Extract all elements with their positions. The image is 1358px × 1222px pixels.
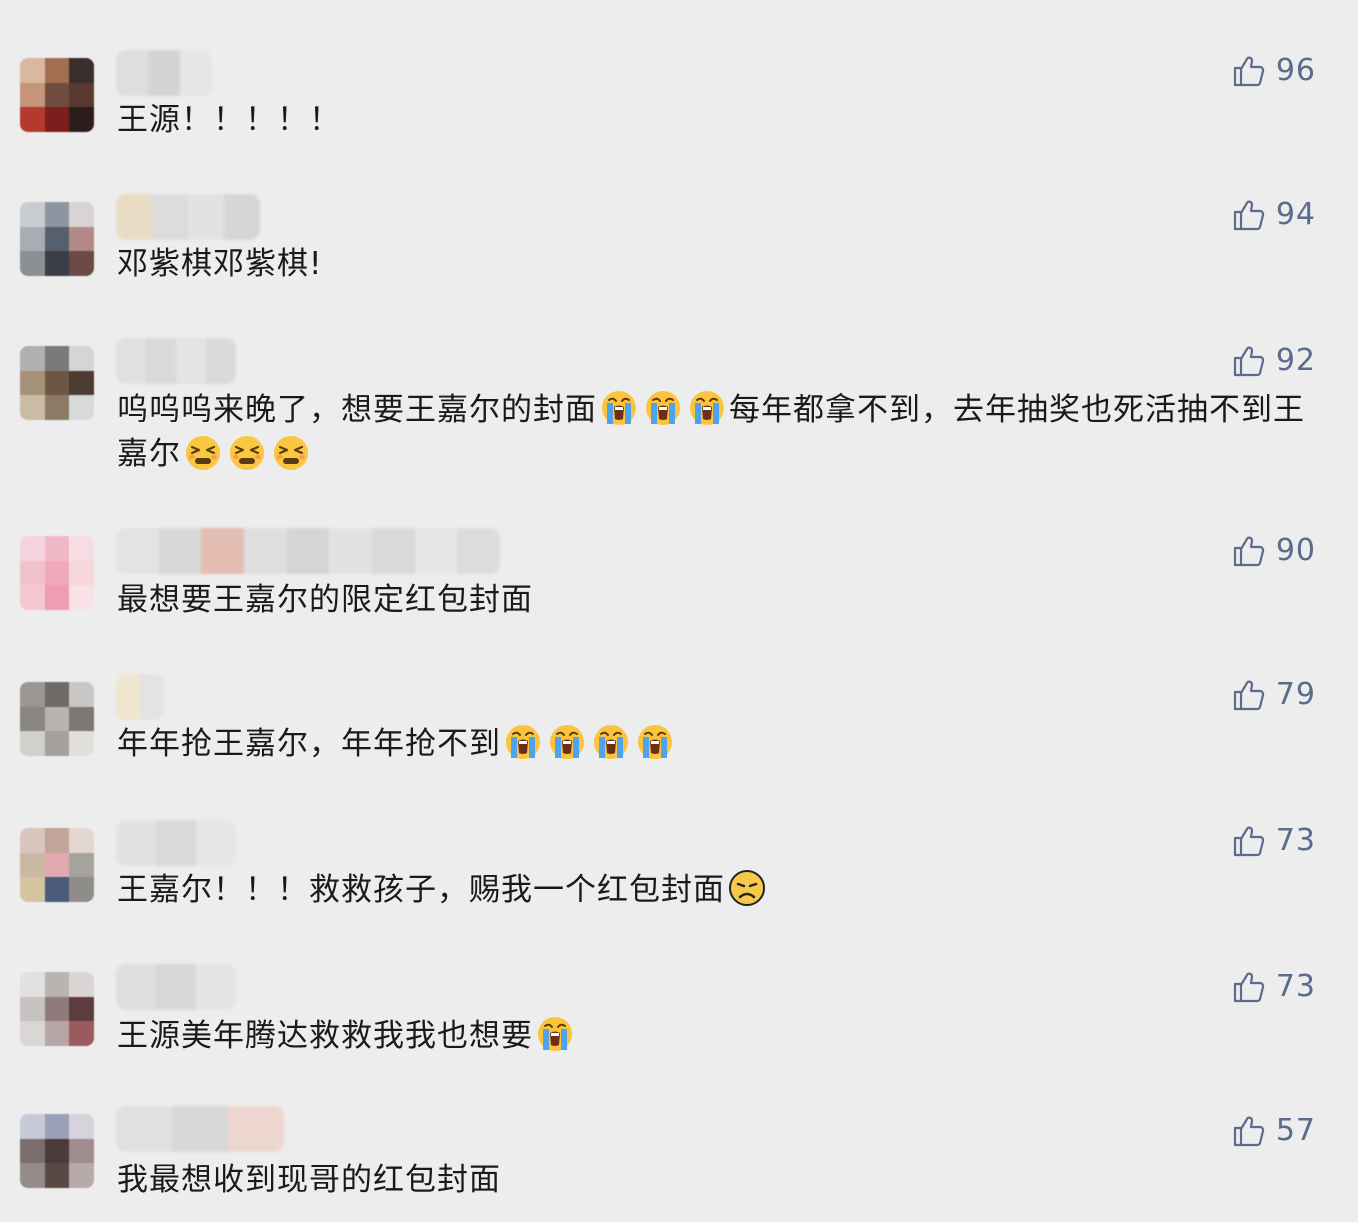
thumbs-up-icon <box>1233 680 1265 711</box>
comment-text-segment: 年年抢王嘉尔，年年抢不到 <box>117 726 501 762</box>
comment-text: 王源！！！！！ <box>117 98 1317 142</box>
like-count: 73 <box>1275 823 1316 858</box>
avatar[interactable] <box>20 1114 94 1188</box>
thumbs-up-icon <box>1233 826 1265 857</box>
crying-emoji-icon <box>538 1017 572 1051</box>
comment-text-segment: 最想要王嘉尔的限定红包封面 <box>117 582 533 618</box>
thumbs-up-icon <box>1233 972 1265 1003</box>
comment-text-segment: 王源！！！！！ <box>117 102 341 138</box>
crying-emoji-icon <box>506 725 540 759</box>
persevering-emoji-icon <box>230 436 264 470</box>
frowning-emoji-icon <box>729 870 765 906</box>
like-button[interactable]: 57 <box>1232 1114 1316 1148</box>
thumbs-up-icon <box>1233 346 1265 377</box>
username-blurred[interactable] <box>116 528 500 574</box>
avatar[interactable] <box>20 828 94 902</box>
username-blurred[interactable] <box>116 964 236 1010</box>
username-blurred[interactable] <box>116 194 260 240</box>
avatar[interactable] <box>20 682 94 756</box>
username-blurred[interactable] <box>116 50 212 96</box>
persevering-emoji-icon <box>186 436 220 470</box>
thumbs-up-icon <box>1233 56 1265 87</box>
like-button[interactable]: 90 <box>1232 534 1316 568</box>
comment-text-segment: 王嘉尔！！！救救孩子，赐我一个红包封面 <box>117 872 725 908</box>
like-count: 96 <box>1275 53 1316 88</box>
like-button[interactable]: 96 <box>1232 54 1316 88</box>
comment-text: 我最想收到现哥的红包封面 <box>117 1158 1317 1202</box>
like-count: 57 <box>1275 1113 1316 1148</box>
thumbs-up-icon <box>1233 1116 1265 1147</box>
crying-emoji-icon <box>594 725 628 759</box>
crying-emoji-icon <box>550 725 584 759</box>
comment-text: 邓紫棋邓紫棋! <box>117 242 1317 286</box>
comment-list: 王源！！！！！ 96 邓紫棋邓紫棋! 94 呜呜呜来晚了，想要王嘉尔的封面 每年都拿不到，… <box>0 0 1358 1222</box>
like-button[interactable]: 92 <box>1232 344 1316 378</box>
like-button[interactable]: 79 <box>1232 678 1316 712</box>
comment-text: 呜呜呜来晚了，想要王嘉尔的封面 每年都拿不到，去年抽奖也死活抽不到王嘉尔 <box>117 388 1317 476</box>
like-button[interactable]: 73 <box>1232 970 1316 1004</box>
thumbs-up-icon <box>1233 200 1265 231</box>
comment-text: 年年抢王嘉尔，年年抢不到 <box>117 722 1317 766</box>
like-count: 73 <box>1275 969 1316 1004</box>
avatar[interactable] <box>20 346 94 420</box>
username-blurred[interactable] <box>116 820 236 866</box>
comment-text: 王源美年腾达救救我我也想要 <box>117 1014 1317 1058</box>
like-count: 94 <box>1275 197 1316 232</box>
comment-text-segment: 邓紫棋邓紫棋! <box>117 246 323 282</box>
like-count: 79 <box>1275 677 1316 712</box>
thumbs-up-icon <box>1233 536 1265 567</box>
avatar[interactable] <box>20 202 94 276</box>
avatar[interactable] <box>20 58 94 132</box>
crying-emoji-icon <box>646 391 680 425</box>
crying-emoji-icon <box>690 391 724 425</box>
username-blurred[interactable] <box>116 1106 284 1152</box>
username-blurred[interactable] <box>116 674 164 720</box>
comment-text-segment: 呜呜呜来晚了，想要王嘉尔的封面 <box>117 392 597 428</box>
comment-text: 最想要王嘉尔的限定红包封面 <box>117 578 1317 622</box>
crying-emoji-icon <box>638 725 672 759</box>
comment-text: 王嘉尔！！！救救孩子，赐我一个红包封面 <box>117 868 1317 912</box>
like-button[interactable]: 73 <box>1232 824 1316 858</box>
like-count: 90 <box>1275 533 1316 568</box>
crying-emoji-icon <box>602 391 636 425</box>
like-button[interactable]: 94 <box>1232 198 1316 232</box>
persevering-emoji-icon <box>274 436 308 470</box>
like-count: 92 <box>1275 343 1316 378</box>
username-blurred[interactable] <box>116 338 236 384</box>
comment-text-segment: 我最想收到现哥的红包封面 <box>117 1162 501 1198</box>
comment-text-segment: 王源美年腾达救救我我也想要 <box>117 1018 533 1054</box>
avatar[interactable] <box>20 972 94 1046</box>
avatar[interactable] <box>20 536 94 610</box>
